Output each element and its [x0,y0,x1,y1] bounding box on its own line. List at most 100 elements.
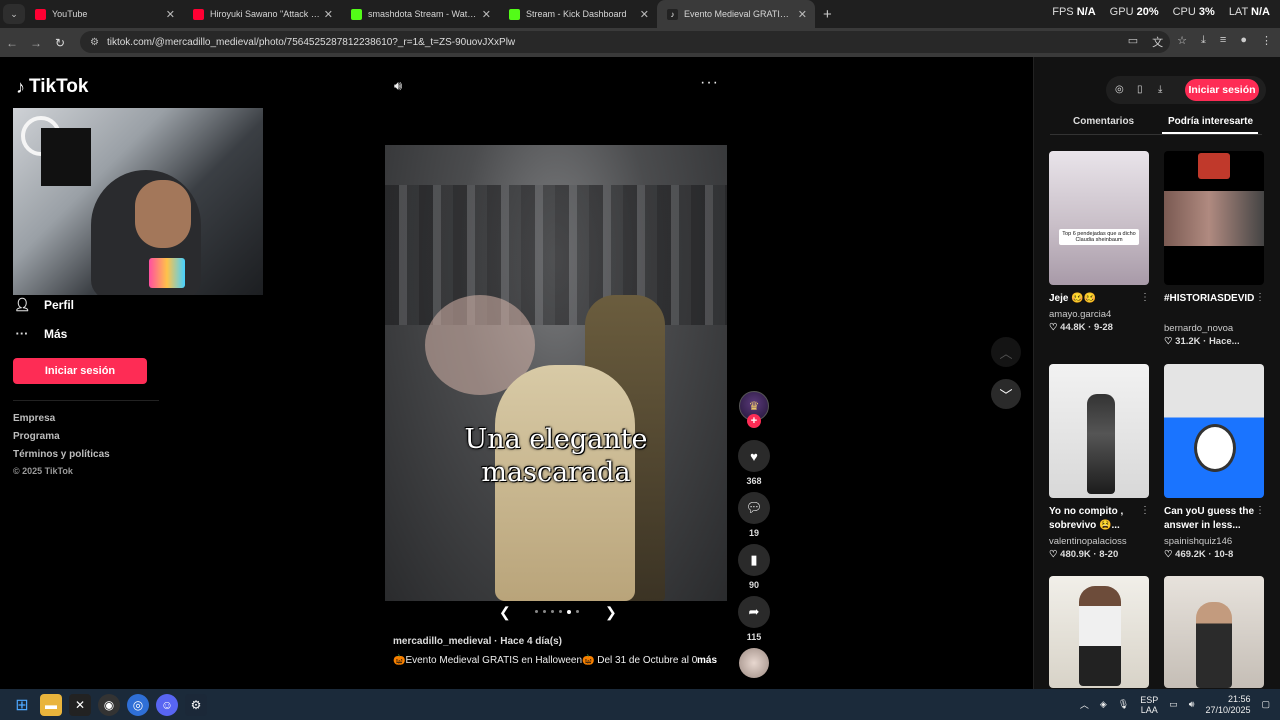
next-slide-chevron-icon[interactable]: ❯ [605,604,617,621]
author-line[interactable]: mercadillo_medieval · Hace 4 día(s) [393,636,562,647]
media-control-icon[interactable]: ≡ [1220,34,1226,50]
next-video-chevron-down-icon[interactable]: ﹀ [991,379,1021,409]
tab-title: Hiroyuki Sawano "Attack on Tit [210,9,320,19]
slide-dot[interactable] [543,610,546,613]
close-icon[interactable]: ✕ [166,8,175,21]
music-disc-avatar[interactable] [739,648,769,678]
card-menu-icon[interactable]: ⋮ [1140,292,1150,303]
nav-more[interactable]: ··· Más [14,326,68,341]
capcut-icon[interactable]: ✕ [69,693,91,716]
card-menu-icon[interactable]: ⋮ [1255,292,1265,303]
browser-menu-icon[interactable]: ⋮ [1261,34,1272,50]
suggested-thumbnail[interactable] [1164,151,1264,285]
steam-icon[interactable]: ⚙ [185,693,207,716]
description-more-link[interactable]: más [697,655,717,666]
cast-icon[interactable]: ▭ [1128,34,1138,50]
slide-dot[interactable] [576,610,579,613]
suggested-stats: ♡ 44.8K · 9-28 [1049,322,1113,333]
network-icon[interactable]: ▭ [1169,699,1178,710]
suggested-title[interactable]: Can yoU guess the answer in less... [1164,505,1256,533]
taskbar-clock[interactable]: 21:56 27/10/2025 [1205,694,1250,716]
compass-icon[interactable]: ◎ [1115,84,1124,95]
thumbnail-graphic [1079,586,1121,686]
back-arrow-icon[interactable]: ← [0,36,24,50]
speaker-icon[interactable]: 🔊︎ [1189,699,1195,710]
download-app-icon[interactable]: ⤓ [1158,84,1162,95]
microphone-icon[interactable]: 🎙︎ [1118,699,1129,710]
language-indicator[interactable]: ESP LAA [1140,695,1158,715]
suggested-thumbnail[interactable] [1049,576,1149,688]
tab-youtube[interactable]: YouTube ✕ [25,0,183,28]
suggested-title[interactable]: #HISTORIASDEVIDA... [1164,292,1254,320]
file-explorer-icon[interactable]: ▬ [40,693,62,716]
chrome-icon[interactable]: ◎ [127,693,149,716]
suggested-thumbnail[interactable] [1164,364,1264,498]
suggested-username[interactable]: valentinopalacioss [1049,536,1127,547]
follow-plus-icon[interactable]: + [747,414,761,428]
slide-dot[interactable] [551,610,554,613]
card-menu-icon[interactable]: ⋮ [1140,505,1150,516]
volume-icon[interactable]: 🔊︎ [394,78,402,94]
more-options-icon[interactable]: ··· [700,74,719,92]
download-icon[interactable]: ⤓ [1201,34,1206,50]
like-button[interactable]: ♥ [738,440,770,472]
suggested-title[interactable]: Jeje 🥴🥴 [1049,292,1141,306]
windows-start-icon[interactable]: ⊞ [11,694,33,716]
tab-comments[interactable]: Comentarios [1073,116,1134,127]
login-button-sidebar[interactable]: Iniciar sesión [13,358,147,384]
url-field[interactable]: ⚙ tiktok.com/@mercadillo_medieval/photo/… [80,31,1170,53]
tab-tiktok[interactable]: ♪ Evento Medieval GRATIS en ✕ [657,0,815,28]
obs-icon[interactable]: ◉ [98,693,120,716]
tray-app-icon[interactable]: ◈ [1100,699,1107,710]
login-button-header[interactable]: Iniciar sesión [1185,79,1259,101]
previous-video-chevron-up-icon[interactable]: ︿ [991,337,1021,367]
active-tab-underline [1162,132,1258,134]
suggested-username[interactable]: bernardo_novoa [1164,323,1233,334]
suggested-thumbnail[interactable] [1049,364,1149,498]
nav-profile[interactable]: 👤︎ Perfil [14,297,74,313]
close-icon[interactable]: ✕ [324,8,333,21]
post-photo[interactable]: Una elegante mascarada [385,145,727,601]
close-icon[interactable]: ✕ [640,8,649,21]
previous-slide-chevron-icon[interactable]: ❮ [499,604,511,621]
profile-avatar-icon[interactable]: ● [1240,34,1247,50]
tray-overflow-chevron-icon[interactable]: ︿ [1080,698,1089,711]
tab-youtube-music[interactable]: Hiroyuki Sawano "Attack on Tit ✕ [183,0,341,28]
tab-suggested[interactable]: Podría interesarte [1168,116,1253,127]
suggested-stats: ♡ 480.9K · 8-20 [1049,549,1119,560]
translate-icon[interactable]: 文 [1152,34,1163,50]
comment-button[interactable]: 💬︎ [738,492,770,524]
site-info-icon[interactable]: ⚙ [90,37,99,48]
save-button[interactable]: ▮ [738,544,770,576]
thumbnail-graphic [1198,153,1230,179]
bookmark-star-icon[interactable]: ☆ [1177,34,1187,50]
slide-dot-active[interactable] [567,609,571,614]
tiktok-logo[interactable]: ♪ TikTok [16,76,88,98]
suggested-username[interactable]: spainishquiz146 [1164,536,1232,547]
tab-kick-dashboard[interactable]: Stream - Kick Dashboard ✕ [499,0,657,28]
close-icon[interactable]: ✕ [482,8,491,21]
streamer-face-shape [135,180,191,248]
gpu-readout: GPU 20% [1109,6,1159,18]
new-tab-plus-icon[interactable]: + [823,6,832,23]
slide-dot[interactable] [535,610,538,613]
close-icon[interactable]: ✕ [798,8,807,21]
link-empresa[interactable]: Empresa [13,413,55,424]
browser-tab-bar: ⌄ YouTube ✕ Hiroyuki Sawano "Attack on T… [0,0,1280,28]
share-button[interactable]: ➦ [738,596,770,628]
forward-arrow-icon[interactable]: → [24,36,48,50]
link-terminos[interactable]: Términos y políticas [13,449,110,460]
suggested-thumbnail[interactable]: Top 6 pendejadas que a dicho Claudia she… [1049,151,1149,285]
discord-icon[interactable]: ☺ [156,693,178,716]
link-programa[interactable]: Programa [13,431,60,442]
reload-icon[interactable]: ↻ [48,36,72,50]
notification-icon[interactable]: ▢ [1261,699,1270,710]
suggested-username[interactable]: amayo.garcia4 [1049,309,1111,320]
phone-icon[interactable]: ▯ [1137,84,1143,95]
card-menu-icon[interactable]: ⋮ [1255,505,1265,516]
suggested-thumbnail[interactable] [1164,576,1264,688]
slide-dot[interactable] [559,610,562,613]
tab-search-menu-icon[interactable]: ⌄ [3,4,25,24]
suggested-title[interactable]: Yo no compito , sobrevivo 😫... [1049,505,1141,533]
tab-kick-stream[interactable]: smashdota Stream - Watch Live ✕ [341,0,499,28]
